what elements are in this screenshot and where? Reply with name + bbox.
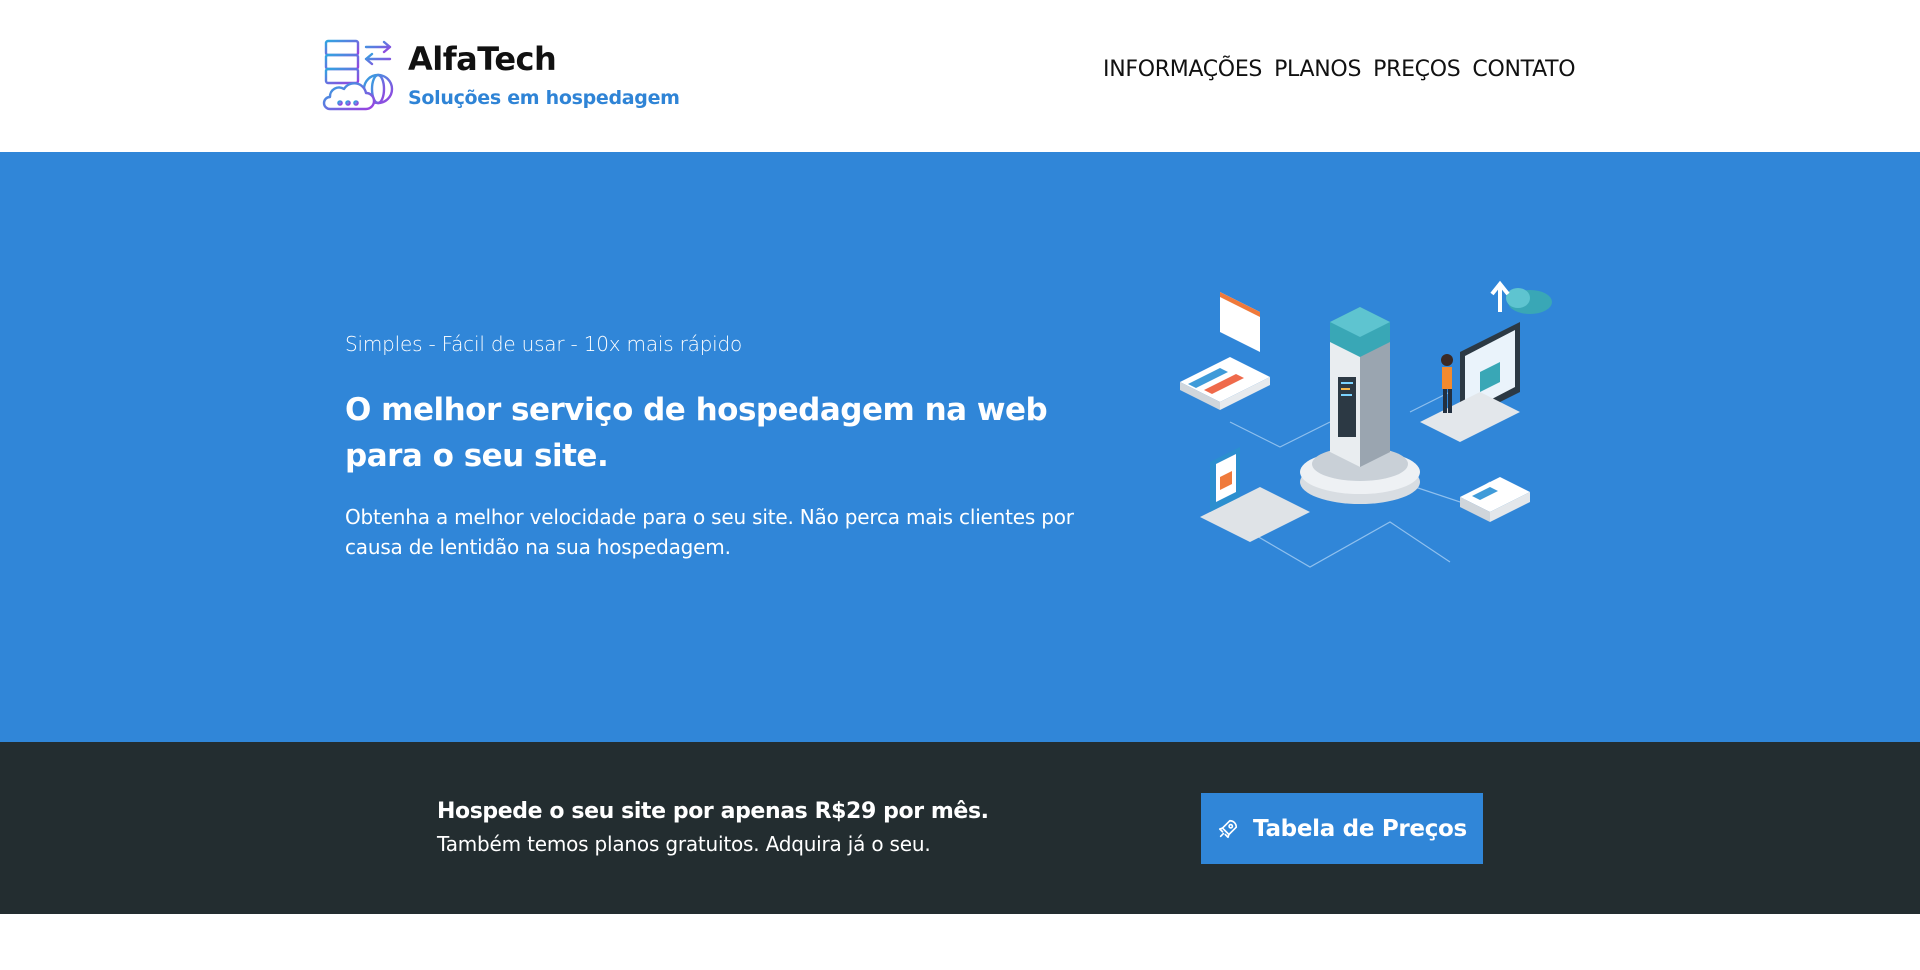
hero-description: Obtenha a melhor velocidade para o seu s… bbox=[345, 505, 1074, 559]
isometric-hosting-illustration bbox=[1180, 280, 1552, 568]
nav-item-precos[interactable]: PREÇOS bbox=[1373, 57, 1461, 82]
cta-band: Hospede o seu site por apenas R$29 por m… bbox=[0, 742, 1920, 914]
nav-item-planos[interactable]: PLANOS bbox=[1274, 57, 1361, 82]
brand-tagline: Soluções em hospedagem bbox=[408, 87, 680, 109]
cta-headline: Hospede o seu site por apenas R$29 por m… bbox=[437, 799, 989, 824]
site-header: AlfaTech Soluções em hospedagem INFORMAÇ… bbox=[0, 0, 1920, 152]
hero-title: O melhor serviço de hospedagem na web pa… bbox=[345, 392, 1048, 474]
server-cloud-icon[interactable] bbox=[320, 37, 398, 115]
pricing-table-button-label: Tabela de Preços bbox=[1253, 815, 1467, 842]
rocket-icon bbox=[1218, 819, 1238, 838]
hero-kicker: Simples - Fácil de usar - 10x mais rápid… bbox=[345, 332, 743, 356]
nav-item-contato[interactable]: CONTATO bbox=[1472, 57, 1575, 82]
pricing-table-button[interactable]: Tabela de Preços bbox=[1201, 793, 1483, 864]
brand-name[interactable]: AlfaTech bbox=[408, 40, 557, 78]
main-nav: INFORMAÇÕES PLANOS PREÇOS CONTATO bbox=[1103, 57, 1576, 82]
cta-subtext: Também temos planos gratuitos. Adquira j… bbox=[437, 832, 931, 856]
nav-item-informacoes[interactable]: INFORMAÇÕES bbox=[1103, 57, 1262, 82]
hero-section: Simples - Fácil de usar - 10x mais rápid… bbox=[0, 152, 1920, 742]
